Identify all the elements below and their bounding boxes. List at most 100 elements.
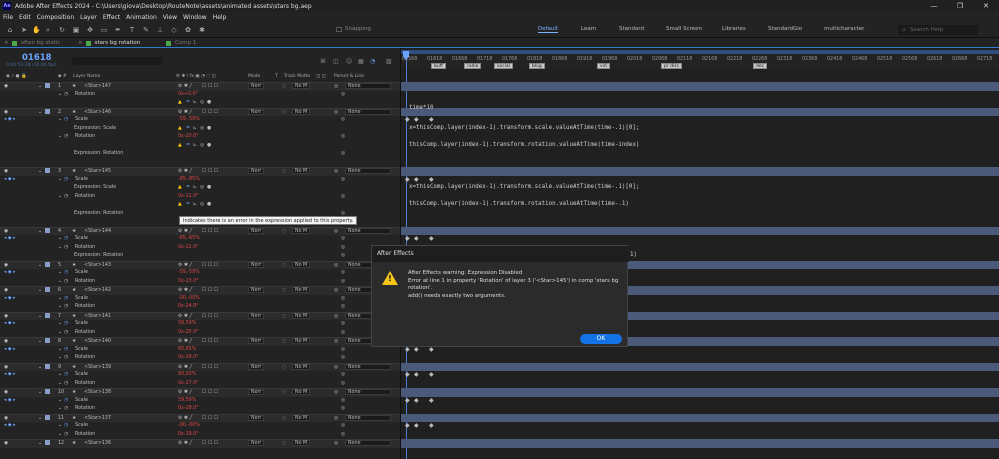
property-value[interactable]: 0x-25.0° [178,329,199,338]
roto-brush-icon[interactable]: ✿ [184,26,192,34]
minimize-button[interactable]: — [921,0,947,12]
layer-duration-bar[interactable] [401,413,999,422]
keyframe-nav-icon[interactable]: ◂ ◆ ▸ [4,295,16,304]
comp-flowchart-icon[interactable]: ⌘ [320,58,326,65]
parent-dropdown[interactable]: None [345,227,391,234]
property-value[interactable]: 0x-23.0° [178,278,199,287]
layer-duration-bar[interactable] [401,107,999,116]
expression-menu-icon[interactable]: ● [207,184,211,193]
keyframe-diamond[interactable]: ◆ [429,176,434,185]
track-matte-dropdown[interactable]: No M [292,338,311,344]
layer-row[interactable]: ◉ ⌄ 11 ★ <Star>137 ⚙ ✱ ╱ ☐ ☐ ☐ Norr ◌ No M ◎ None [0,413,400,422]
eraser-tool-icon[interactable]: ◇ [170,26,178,34]
workspace-standard[interactable]: Standard [619,26,644,32]
tab-stars-bg-rotation[interactable]: × stars bg rotation [78,39,140,47]
menu-view[interactable]: View [163,14,177,21]
property-value[interactable]: -59,-59% [178,116,200,125]
layer-switch-boxes[interactable]: ☐ ☐ ☐ [202,440,218,449]
close-tab-icon[interactable]: × [78,39,83,47]
layer-row[interactable]: ◉ ⌄ 4 ★ <Star>144 ⚙ ✱ ╱ ☐ ☐ ☐ Norr ◌ No M ◎ None [0,226,400,235]
track-matte-dropdown[interactable]: No M [292,363,311,370]
keyframe-diamond[interactable]: ◆ [414,176,419,185]
expression-pickwhip-icon[interactable]: ◎ [200,125,204,134]
track-matte-dropdown[interactable]: No M [292,108,311,115]
layer-row[interactable]: ◉ ⌄ 5 ★ <Star>143 ⚙ ✱ ╱ ☐ ☐ ☐ Norr ◌ No M ◎ None [0,260,400,269]
expression-enable-icon[interactable]: = [186,142,190,151]
keyframe-diamond[interactable]: ◆ [405,176,410,185]
stopwatch-icon[interactable]: ◷ [64,269,68,278]
stopwatch-icon[interactable]: ◷ [64,303,68,312]
pen-tool-icon[interactable]: ✒ [114,26,122,34]
expression-enable-icon[interactable]: = [186,184,190,193]
expression-text[interactable]: thisComp.layer(index-1).transform.rotati… [409,142,639,148]
blend-mode-dropdown[interactable]: Norr [248,261,265,268]
expression-graph-icon[interactable]: ⊾ [193,99,197,108]
track-matte-dropdown[interactable]: No M [292,287,311,293]
comp-marker[interactable]: radio [464,63,482,69]
property-pickwhip-icon[interactable]: ◎ [341,329,345,338]
property-value[interactable]: 0x-26.0° [178,354,199,363]
property-value[interactable]: 93,93% [178,371,196,380]
stopwatch-icon[interactable]: ◷ [64,431,68,440]
keyframe-diamond[interactable]: ◆ [414,116,419,125]
motion-blur-icon[interactable]: ◔ [370,58,375,65]
blend-mode-dropdown[interactable]: Norr [248,227,265,234]
stopwatch-icon[interactable]: ◷ [64,329,68,338]
property-pickwhip-icon[interactable]: ◎ [341,116,345,125]
frame-blending-icon[interactable]: ▦ [358,58,364,65]
expression-error-icon[interactable]: ▲ [178,125,182,134]
rectangle-tool-icon[interactable]: ▭ [100,26,108,34]
layer-row[interactable]: ◉ ⌄ 2 ★ <Star>146 ⚙ ✱ ╱ ☐ ☐ ☐ Norr ◌ No M ◎ None [0,107,400,116]
parent-pickwhip-icon[interactable]: ◎ [334,440,338,449]
parent-dropdown[interactable]: None [345,363,391,370]
expand-chevron-icon[interactable]: ⌄ [58,295,62,304]
stopwatch-icon[interactable]: ◷ [64,133,68,142]
stopwatch-icon[interactable]: ◷ [64,380,68,389]
expand-chevron-icon[interactable]: ⌄ [58,431,62,440]
mode-header[interactable]: Mode [248,73,260,81]
property-value[interactable]: 0x-11.0° [178,193,199,202]
keyframe-nav-icon[interactable]: ◂ ◆ ▸ [4,422,16,431]
expand-chevron-icon[interactable]: ⌄ [58,176,62,185]
property-value[interactable]: 59,59% [178,397,196,406]
property-value[interactable]: 0x-20.0° [178,133,199,142]
property-pickwhip-icon[interactable]: ◎ [341,371,345,380]
expand-chevron-icon[interactable]: ⌄ [58,320,62,329]
blend-mode-dropdown[interactable]: Norr [248,440,265,446]
track-matte-dropdown[interactable]: No M [292,227,311,234]
current-time-display[interactable]: 01618 [22,53,52,63]
keyframe-nav-icon[interactable]: ◂ ◆ ▸ [4,397,16,406]
layer-row[interactable]: ◉ ⌄ 9 ★ <Star>139 ⚙ ✱ ╱ ☐ ☐ ☐ Norr ◌ No M ◎ None [0,362,400,371]
expression-graph-icon[interactable]: ⊾ [193,201,197,210]
stopwatch-icon[interactable]: ◷ [64,193,68,202]
keyframe-nav-icon[interactable]: ◂ ◆ ▸ [4,269,16,278]
expression-graph-icon[interactable]: ⊾ [193,125,197,134]
camera-tool-icon[interactable]: ▣ [72,26,80,34]
stopwatch-icon[interactable]: ◷ [64,405,68,414]
layer-duration-bar[interactable] [401,82,999,91]
expand-chevron-icon[interactable]: ⌄ [58,269,62,278]
hand-tool-icon[interactable]: ✋ [32,26,41,34]
layer-row[interactable]: ◉ ⌄ 12 ★ <Star>136 ⚙ ✱ ╱ ☐ ☐ ☐ Norr ◌ No M ◎ None [0,439,400,448]
expression-error-icon[interactable]: ▲ [178,184,182,193]
comp-marker[interactable]: doc [753,63,768,69]
track-matte-dropdown[interactable]: No M [292,261,311,268]
menu-window[interactable]: Window [183,14,207,21]
stopwatch-icon[interactable]: ◷ [64,295,68,304]
snapping-checkbox[interactable]: ☐ [335,26,343,34]
property-value[interactable]: 0x+0.0° [178,91,198,100]
menu-effect[interactable]: Effect [103,14,120,21]
parent-dropdown[interactable]: None [345,108,391,115]
expression-pickwhip-icon[interactable]: ◎ [200,142,204,151]
blend-mode-dropdown[interactable]: Norr [248,312,265,319]
property-pickwhip-icon[interactable]: ◎ [341,269,345,278]
close-button[interactable]: ✕ [973,0,999,12]
keyframe-nav-icon[interactable]: ◂ ◆ ▸ [4,116,16,125]
keyframe-diamond[interactable]: ◆ [405,116,410,125]
comp-marker[interactable]: buff [431,63,446,69]
property-value[interactable]: -00,-00% [178,422,200,431]
parent-dropdown[interactable]: None [345,83,391,89]
expand-chevron-icon[interactable]: ⌄ [58,422,62,431]
expression-enable-icon[interactable]: = [186,99,190,108]
keyframe-diamond[interactable]: ◆ [405,397,410,406]
